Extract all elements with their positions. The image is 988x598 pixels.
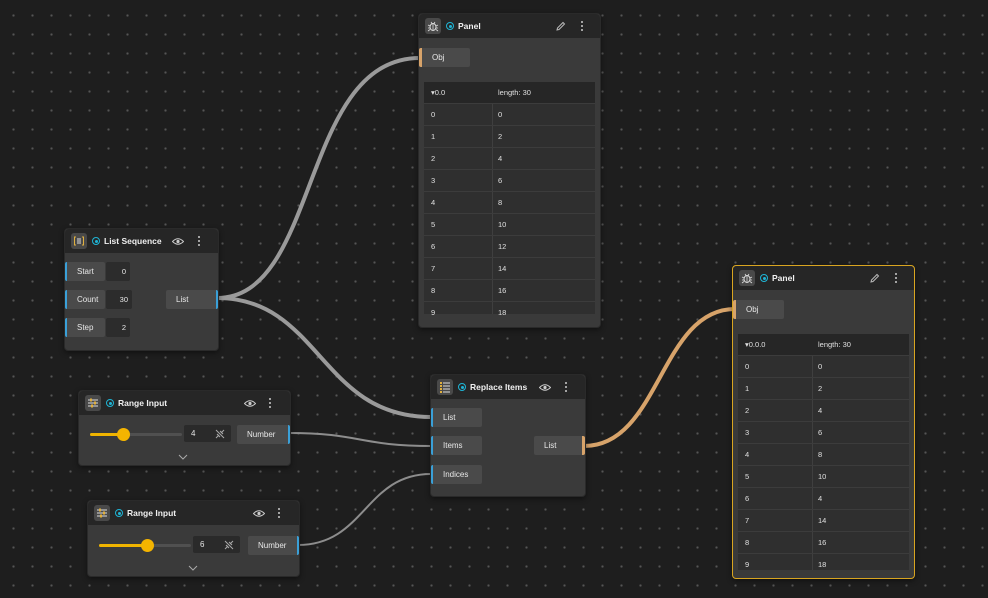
start-value[interactable]: 0 (106, 262, 130, 281)
length-label: length: 30 (818, 340, 851, 349)
node-title: Replace Items (470, 382, 528, 392)
more-menu-icon[interactable] (559, 380, 573, 394)
step-value[interactable]: 2 (106, 318, 130, 337)
panel-top-header[interactable]: Panel (419, 14, 600, 38)
table-row: 48 (424, 192, 595, 214)
range-input-node-1[interactable]: Range Input 4 Number (78, 390, 291, 466)
table-row: 24 (738, 400, 909, 422)
more-menu-icon[interactable] (575, 19, 589, 33)
table-row: 48 (738, 444, 909, 466)
range-input-header[interactable]: Range Input (79, 391, 290, 415)
input-port-list[interactable]: List (431, 408, 482, 427)
more-menu-icon[interactable] (192, 234, 206, 248)
status-icon (106, 399, 114, 407)
sliders-icon (94, 505, 110, 521)
count-value[interactable]: 30 (106, 290, 132, 309)
input-port-obj[interactable]: Obj (419, 48, 470, 67)
data-table: ▾0.0.0 length: 30 00 12 24 36 48 5 10 64 … (738, 334, 909, 570)
output-port-list[interactable]: List (534, 436, 585, 455)
eye-icon[interactable] (171, 234, 185, 248)
wire-range2-to-replace-indices (297, 473, 432, 546)
panel-right-header[interactable]: Panel (733, 266, 914, 290)
table-row: 36 (424, 170, 595, 192)
table-row: 36 (738, 422, 909, 444)
table-row: 7 14 (738, 510, 909, 532)
output-port-list[interactable]: List (166, 290, 218, 309)
input-port-count[interactable]: Count (65, 290, 105, 309)
input-port-items[interactable]: Items (431, 436, 482, 455)
eye-icon[interactable] (243, 396, 257, 410)
node-title: Range Input (118, 398, 168, 408)
more-menu-icon[interactable] (889, 271, 903, 285)
chevron-down-icon[interactable] (178, 452, 188, 462)
wire-replace-to-panel-right (583, 307, 736, 448)
status-icon (92, 237, 100, 245)
range-input-node-2[interactable]: Range Input 6 Number (87, 500, 300, 577)
table-row: 12 (424, 126, 595, 148)
wire-range1-to-replace-items (288, 432, 432, 447)
replace-items-header[interactable]: Replace Items (431, 375, 585, 399)
table-row: 12 (738, 378, 909, 400)
length-label: length: 30 (498, 88, 531, 97)
list-sequence-node[interactable]: List Sequence Start 0 Count 30 Step 2 Li… (64, 228, 219, 351)
status-icon (446, 22, 454, 30)
panel-node-top[interactable]: Panel Obj ▾0.0 length: 30 00 12 24 36 48… (418, 13, 601, 328)
input-port-step[interactable]: Step (65, 318, 105, 337)
status-icon (115, 509, 123, 517)
edit-pencil-icon[interactable] (553, 19, 567, 33)
panel-node-right[interactable]: Panel Obj ▾0.0.0 length: 30 00 12 24 36 … (732, 265, 915, 579)
table-row: 9 18 (745, 560, 827, 569)
output-port-number[interactable]: Number (248, 536, 299, 555)
list-sequence-icon (71, 233, 87, 249)
table-header-row: ▾0.0 length: 30 (424, 82, 595, 104)
port-label: Obj (432, 53, 445, 62)
status-icon (760, 274, 768, 282)
range-input-header[interactable]: Range Input (88, 501, 299, 525)
slider-handle[interactable] (141, 539, 154, 552)
path-label[interactable]: ▾0.0.0 (745, 340, 765, 349)
unlink-icon[interactable] (213, 427, 227, 441)
list-sequence-header[interactable]: List Sequence (65, 229, 218, 253)
more-menu-icon[interactable] (272, 506, 286, 520)
input-port-start[interactable]: Start (65, 262, 105, 281)
edit-pencil-icon[interactable] (867, 271, 881, 285)
table-row: 5 10 (738, 466, 909, 488)
node-title: List Sequence (104, 236, 162, 246)
chevron-down-icon[interactable] (188, 563, 198, 573)
wire-listseq-to-panel (216, 56, 421, 300)
port-label: Obj (746, 305, 759, 314)
table-row: 7 14 (424, 258, 595, 280)
data-table: ▾0.0 length: 30 00 12 24 36 48 5 10 6 12 7… (424, 82, 595, 317)
output-port-number[interactable]: Number (237, 425, 290, 444)
bug-icon (425, 18, 441, 34)
table-row: 00 (424, 104, 595, 126)
table-row: 5 10 (424, 214, 595, 236)
node-title: Panel (458, 21, 481, 31)
input-port-obj[interactable]: Obj (733, 300, 784, 319)
unlink-icon[interactable] (222, 538, 236, 552)
input-port-indices[interactable]: Indices (431, 465, 482, 484)
replace-items-icon (437, 379, 453, 395)
bug-icon (739, 270, 755, 286)
table-row: 6 12 (424, 236, 595, 258)
node-title: Panel (772, 273, 795, 283)
slider-handle[interactable] (117, 428, 130, 441)
table-row: 9 18 (431, 308, 507, 317)
eye-icon[interactable] (252, 506, 266, 520)
table-row: 8 16 (424, 280, 595, 302)
table-row: 24 (424, 148, 595, 170)
sliders-icon (85, 395, 101, 411)
table-row: 8 16 (738, 532, 909, 554)
node-title: Range Input (127, 508, 177, 518)
path-label[interactable]: ▾0.0 (431, 88, 445, 97)
eye-icon[interactable] (538, 380, 552, 394)
more-menu-icon[interactable] (263, 396, 277, 410)
replace-items-node[interactable]: Replace Items List Items Indices List (430, 374, 586, 497)
status-icon (458, 383, 466, 391)
table-row: 00 (738, 356, 909, 378)
table-header-row: ▾0.0.0 length: 30 (738, 334, 909, 356)
table-row: 64 (738, 488, 909, 510)
